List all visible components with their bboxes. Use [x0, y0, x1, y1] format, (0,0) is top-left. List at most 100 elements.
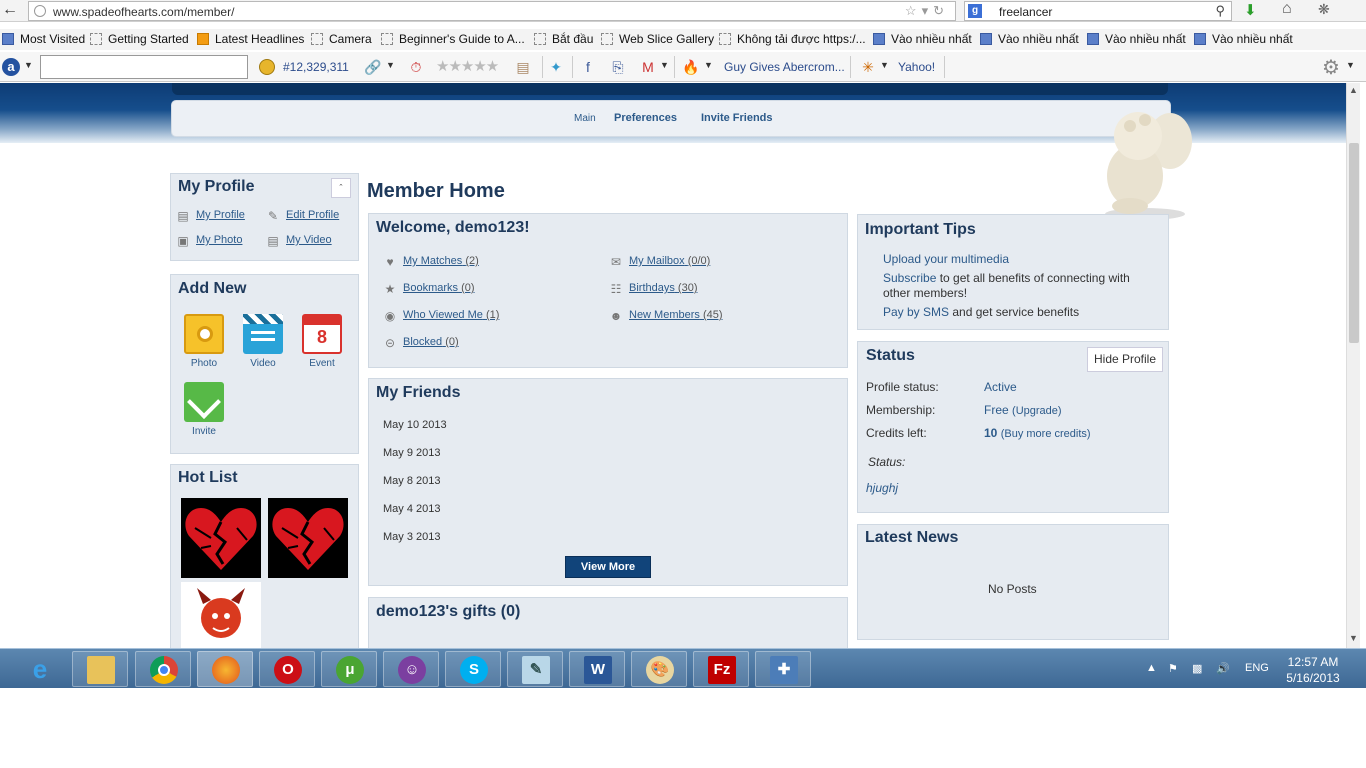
download-icon[interactable]: ⬇ — [1244, 1, 1257, 19]
collapse-chevron-up-icon[interactable]: ˆ — [331, 178, 351, 198]
chevron-down-icon[interactable]: ▼ — [880, 60, 889, 70]
paint-icon[interactable]: 🎨 — [631, 651, 687, 687]
search-input[interactable]: g freelancer ⚲ — [964, 1, 1232, 21]
sparkle-icon[interactable]: ✦ — [548, 59, 564, 75]
back-button-icon[interactable]: ← — [2, 1, 24, 21]
bookmarks-link[interactable]: Bookmarks (0) — [403, 282, 475, 294]
add-event-label[interactable]: Event — [292, 358, 352, 369]
toolbar-link-abercrombie[interactable]: Guy Gives Abercrom... — [724, 60, 845, 74]
scroll-up-icon[interactable]: ▲ — [1349, 85, 1358, 95]
upload-multimedia-link[interactable]: Upload your multimedia — [883, 252, 1009, 266]
settings-gear-icon[interactable]: ⚙ — [1322, 55, 1340, 80]
url-field[interactable]: www.spadeofhearts.com/member/ ☆▾↻ — [28, 1, 956, 21]
bookmark-bat-dau[interactable]: Bắt đầu — [534, 32, 593, 46]
alexa-icon[interactable]: a — [2, 58, 20, 76]
new-members-link[interactable]: New Members (45) — [629, 309, 723, 321]
toolbar-link-yahoo[interactable]: Yahoo! — [898, 60, 935, 74]
welcome-title: Welcome, demo123! — [376, 219, 530, 236]
subnav-invite-friends[interactable]: Invite Friends — [701, 112, 773, 124]
camera-icon[interactable] — [184, 314, 224, 354]
chevron-down-icon[interactable]: ▼ — [660, 60, 669, 70]
subnav-preferences[interactable]: Preferences — [614, 112, 677, 124]
wayback-icon[interactable]: ⏱ — [408, 59, 424, 75]
upgrade-link[interactable]: (Upgrade) — [1012, 405, 1062, 417]
bookmark-vao-nhieu-nhat-2[interactable]: Vào nhiều nhất — [980, 32, 1079, 46]
filezilla-icon[interactable]: Fz — [693, 651, 749, 687]
subscribe-link[interactable]: Subscribe — [883, 271, 936, 285]
firefox-icon[interactable] — [197, 651, 253, 687]
flag-icon[interactable]: ⚑ — [1168, 662, 1178, 675]
subnav-main[interactable]: Main — [574, 113, 596, 124]
search-icon[interactable]: ⚲ — [1215, 3, 1225, 19]
skype-icon[interactable]: S — [445, 651, 501, 687]
share-icon[interactable]: ⎘ — [610, 59, 626, 75]
fire-icon[interactable]: 🔥 — [682, 59, 699, 75]
my-photo-link[interactable]: My Photo — [196, 234, 242, 246]
broken-heart-avatar-2[interactable] — [268, 498, 348, 578]
devil-avatar[interactable] — [181, 582, 261, 648]
bookmark-beginners-guide[interactable]: Beginner's Guide to A... — [381, 32, 525, 46]
gmail-icon[interactable]: M — [640, 59, 656, 75]
bookmark-web-slice-gallery[interactable]: Web Slice Gallery — [601, 32, 714, 46]
clapperboard-icon[interactable] — [243, 314, 283, 354]
facebook-icon[interactable]: f — [580, 59, 596, 75]
bookmark-vao-nhieu-nhat-3[interactable]: Vào nhiều nhất — [1087, 32, 1186, 46]
rating-stars-icon[interactable]: ★★★★★ — [436, 57, 499, 75]
bookmark-getting-started[interactable]: Getting Started — [90, 32, 189, 46]
toolbar-search-input[interactable] — [40, 55, 248, 79]
who-viewed-me-link[interactable]: Who Viewed Me (1) — [403, 309, 499, 321]
pay-by-sms-link[interactable]: Pay by SMS — [883, 305, 949, 319]
link-icon[interactable]: 🔗 — [364, 59, 381, 75]
file-explorer-icon[interactable] — [72, 651, 128, 687]
bookmark-vao-nhieu-nhat-4[interactable]: Vào nhiều nhất — [1194, 32, 1293, 46]
utorrent-icon[interactable]: μ — [321, 651, 377, 687]
internet-explorer-icon[interactable]: e — [12, 651, 68, 687]
status-message-value[interactable]: hjughj — [866, 481, 898, 495]
language-indicator[interactable]: ENG — [1245, 662, 1269, 674]
home-icon[interactable]: ⌂ — [1282, 0, 1292, 18]
add-photo-label[interactable]: Photo — [174, 358, 234, 369]
bookmark-most-visited[interactable]: Most Visited — [2, 32, 85, 46]
notepad-icon[interactable]: ✎ — [507, 651, 563, 687]
show-hidden-icons-icon[interactable]: ▲ — [1146, 662, 1157, 674]
traffic-rank[interactable]: #12,329,311 — [283, 60, 349, 74]
my-mailbox-link[interactable]: My Mailbox (0/0) — [629, 255, 710, 267]
view-more-button[interactable]: View More — [565, 556, 651, 578]
buy-credits-link[interactable]: (Buy more credits) — [1001, 428, 1091, 440]
chevron-down-icon[interactable]: ▼ — [704, 60, 713, 70]
wand-icon[interactable]: ✳ — [860, 59, 876, 75]
edit-profile-link[interactable]: Edit Profile — [286, 209, 339, 221]
my-matches-link[interactable]: My Matches (2) — [403, 255, 479, 267]
chrome-icon[interactable] — [135, 651, 191, 687]
bookmark-vao-nhieu-nhat-1[interactable]: Vào nhiều nhất — [873, 32, 972, 46]
blocked-link[interactable]: Blocked (0) — [403, 336, 459, 348]
my-profile-link[interactable]: My Profile — [196, 209, 245, 221]
system-clock[interactable]: 12:57 AM 5/16/2013 — [1282, 654, 1344, 686]
chevron-down-icon[interactable]: ▼ — [1346, 60, 1355, 70]
hide-profile-button[interactable]: Hide Profile — [1087, 347, 1163, 372]
sublime-text-icon[interactable]: ✚ — [755, 651, 811, 687]
bookmark-star-icon[interactable]: ☆▾↻ — [905, 3, 949, 19]
opera-icon[interactable]: O — [259, 651, 315, 687]
bookmark-camera[interactable]: Camera — [311, 32, 372, 46]
word-icon[interactable]: W — [569, 651, 625, 687]
yahoo-messenger-icon[interactable]: ☺ — [383, 651, 439, 687]
network-icon[interactable]: ▩ — [1192, 662, 1202, 675]
page-scrollbar[interactable]: ▲ ▼ — [1346, 83, 1360, 648]
calendar-icon[interactable]: 8 — [302, 314, 342, 354]
invite-envelope-icon[interactable] — [184, 382, 224, 422]
add-video-label[interactable]: Video — [233, 358, 293, 369]
bookmark-khong-tai-duoc[interactable]: Không tải được https:/... — [719, 32, 866, 46]
my-video-link[interactable]: My Video — [286, 234, 332, 246]
bookmark-latest-headlines[interactable]: Latest Headlines — [197, 32, 304, 46]
book-icon[interactable]: ▤ — [515, 59, 531, 75]
volume-icon[interactable]: 🔊 — [1216, 662, 1230, 675]
chevron-down-icon[interactable]: ▼ — [24, 60, 33, 70]
broken-heart-avatar-1[interactable] — [181, 498, 261, 578]
chevron-down-icon[interactable]: ▼ — [386, 60, 395, 70]
firebug-icon[interactable]: ❋ — [1318, 1, 1330, 18]
add-invite-label[interactable]: Invite — [174, 426, 234, 437]
birthdays-link[interactable]: Birthdays (30) — [629, 282, 697, 294]
scroll-down-icon[interactable]: ▼ — [1349, 633, 1358, 643]
scroll-thumb[interactable] — [1349, 143, 1359, 343]
